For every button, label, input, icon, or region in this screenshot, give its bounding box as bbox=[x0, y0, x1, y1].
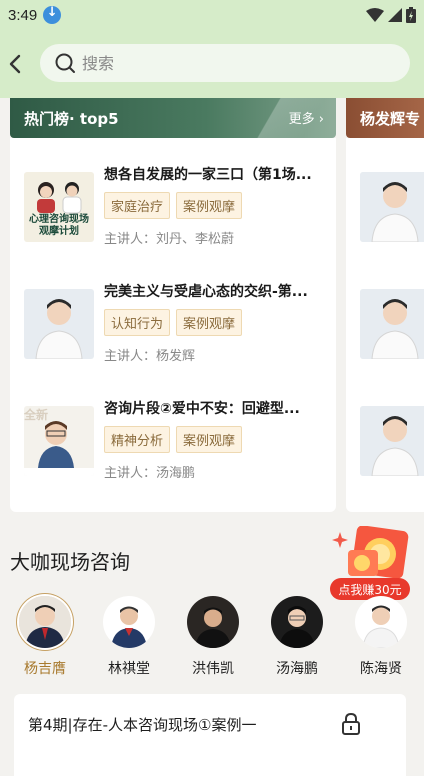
expert-card[interactable] bbox=[346, 138, 424, 512]
section-title: 大咖现场咨询 bbox=[10, 550, 130, 574]
expert-name: 洪伟凯 bbox=[192, 661, 234, 677]
speaker: 主讲人：刘丹、李松蔚 bbox=[104, 232, 235, 247]
tag: 案例观摩 bbox=[176, 309, 243, 336]
expert-card-title: 杨发辉专 bbox=[360, 110, 421, 128]
course-thumbnail bbox=[24, 289, 94, 359]
tag: 案例观摩 bbox=[176, 192, 243, 219]
course-title: 咨询片段②爱中不安：回避型... bbox=[104, 401, 300, 417]
expert-name: 杨吉膺 bbox=[24, 661, 66, 677]
avatar bbox=[19, 596, 71, 648]
thumbnail-caption: 全新 bbox=[24, 408, 49, 422]
course-thumbnail: 心理咨询现场观摩计划 bbox=[24, 172, 94, 242]
course-title: 完美主义与受虐心态的交织-第... bbox=[104, 284, 308, 300]
avatar bbox=[355, 596, 407, 648]
rank-title: 热门榜· top5 bbox=[24, 110, 119, 128]
wifi-icon bbox=[366, 8, 384, 22]
course-title: 想各自发展的一家三口（第1场... bbox=[104, 167, 312, 183]
rank-item[interactable]: 完美主义与受虐心态的交织-第... 认知行为 案例观摩 主讲人：杨发辉 bbox=[24, 277, 334, 377]
expert-avatar-item[interactable]: 陈海贤 bbox=[346, 592, 416, 678]
rank-item[interactable]: 心理咨询现场观摩计划 想各自发展的一家三口（第1场... 家庭治疗 案例观摩 主… bbox=[24, 160, 334, 260]
expert-name: 汤海鹏 bbox=[276, 661, 318, 677]
course-thumbnail bbox=[360, 289, 424, 359]
course-thumbnail bbox=[360, 406, 424, 476]
lock-icon bbox=[342, 712, 360, 735]
tag: 家庭治疗 bbox=[104, 192, 171, 219]
tag: 案例观摩 bbox=[176, 426, 243, 453]
signal-icon bbox=[388, 8, 402, 22]
session-title: 第4期|存在-人本咨询现场①案例一 bbox=[28, 716, 257, 734]
search-input[interactable] bbox=[82, 53, 382, 73]
battery-icon bbox=[406, 7, 416, 23]
course-thumbnail bbox=[360, 172, 424, 242]
expert-name: 陈海贤 bbox=[360, 661, 402, 677]
expert-list: 杨吉膺 林祺堂 洪伟凯 汤海鹏 陈海贤 bbox=[0, 592, 424, 682]
speaker: 主讲人：汤海鹏 bbox=[104, 466, 196, 481]
thumbnail-caption: 心理咨询现场观摩计划 bbox=[29, 214, 89, 237]
search-icon bbox=[55, 53, 75, 73]
download-icon bbox=[43, 5, 62, 24]
back-button[interactable] bbox=[4, 48, 28, 80]
expert-card-header: 杨发辉专 bbox=[346, 98, 424, 138]
status-bar: 3:49 bbox=[0, 0, 424, 30]
status-time: 3:49 bbox=[8, 6, 38, 24]
avatar bbox=[271, 596, 323, 648]
rank-list: 心理咨询现场观摩计划 想各自发展的一家三口（第1场... 家庭治疗 案例观摩 主… bbox=[10, 138, 336, 512]
expert-avatar-item[interactable]: 杨吉膺 bbox=[10, 592, 80, 678]
expert-avatar-item[interactable]: 洪伟凯 bbox=[178, 592, 248, 678]
expert-avatar-item[interactable]: 林祺堂 bbox=[94, 592, 164, 678]
rank-item[interactable]: 全新 咨询片段②爱中不安：回避型... 精神分析 案例观摩 主讲人：汤海鹏 bbox=[24, 394, 334, 494]
course-thumbnail: 全新 bbox=[24, 406, 94, 476]
expert-name: 林祺堂 bbox=[108, 661, 150, 677]
speaker: 主讲人：杨发辉 bbox=[104, 349, 196, 364]
rank-header: 热门榜· top5 更多 › bbox=[10, 98, 336, 138]
expert-avatar-item[interactable]: 汤海鹏 bbox=[262, 592, 332, 678]
search-bar[interactable] bbox=[40, 44, 410, 82]
rank-more-link[interactable]: 更多 › bbox=[289, 108, 324, 127]
avatar bbox=[103, 596, 155, 648]
system-icons bbox=[366, 7, 416, 23]
session-card[interactable]: 第4期|存在-人本咨询现场①案例一 bbox=[14, 694, 406, 776]
chevron-left-icon bbox=[9, 54, 21, 74]
tag: 认知行为 bbox=[104, 309, 171, 336]
tag: 精神分析 bbox=[104, 426, 171, 453]
avatar bbox=[187, 596, 239, 648]
top-bar bbox=[0, 30, 424, 98]
